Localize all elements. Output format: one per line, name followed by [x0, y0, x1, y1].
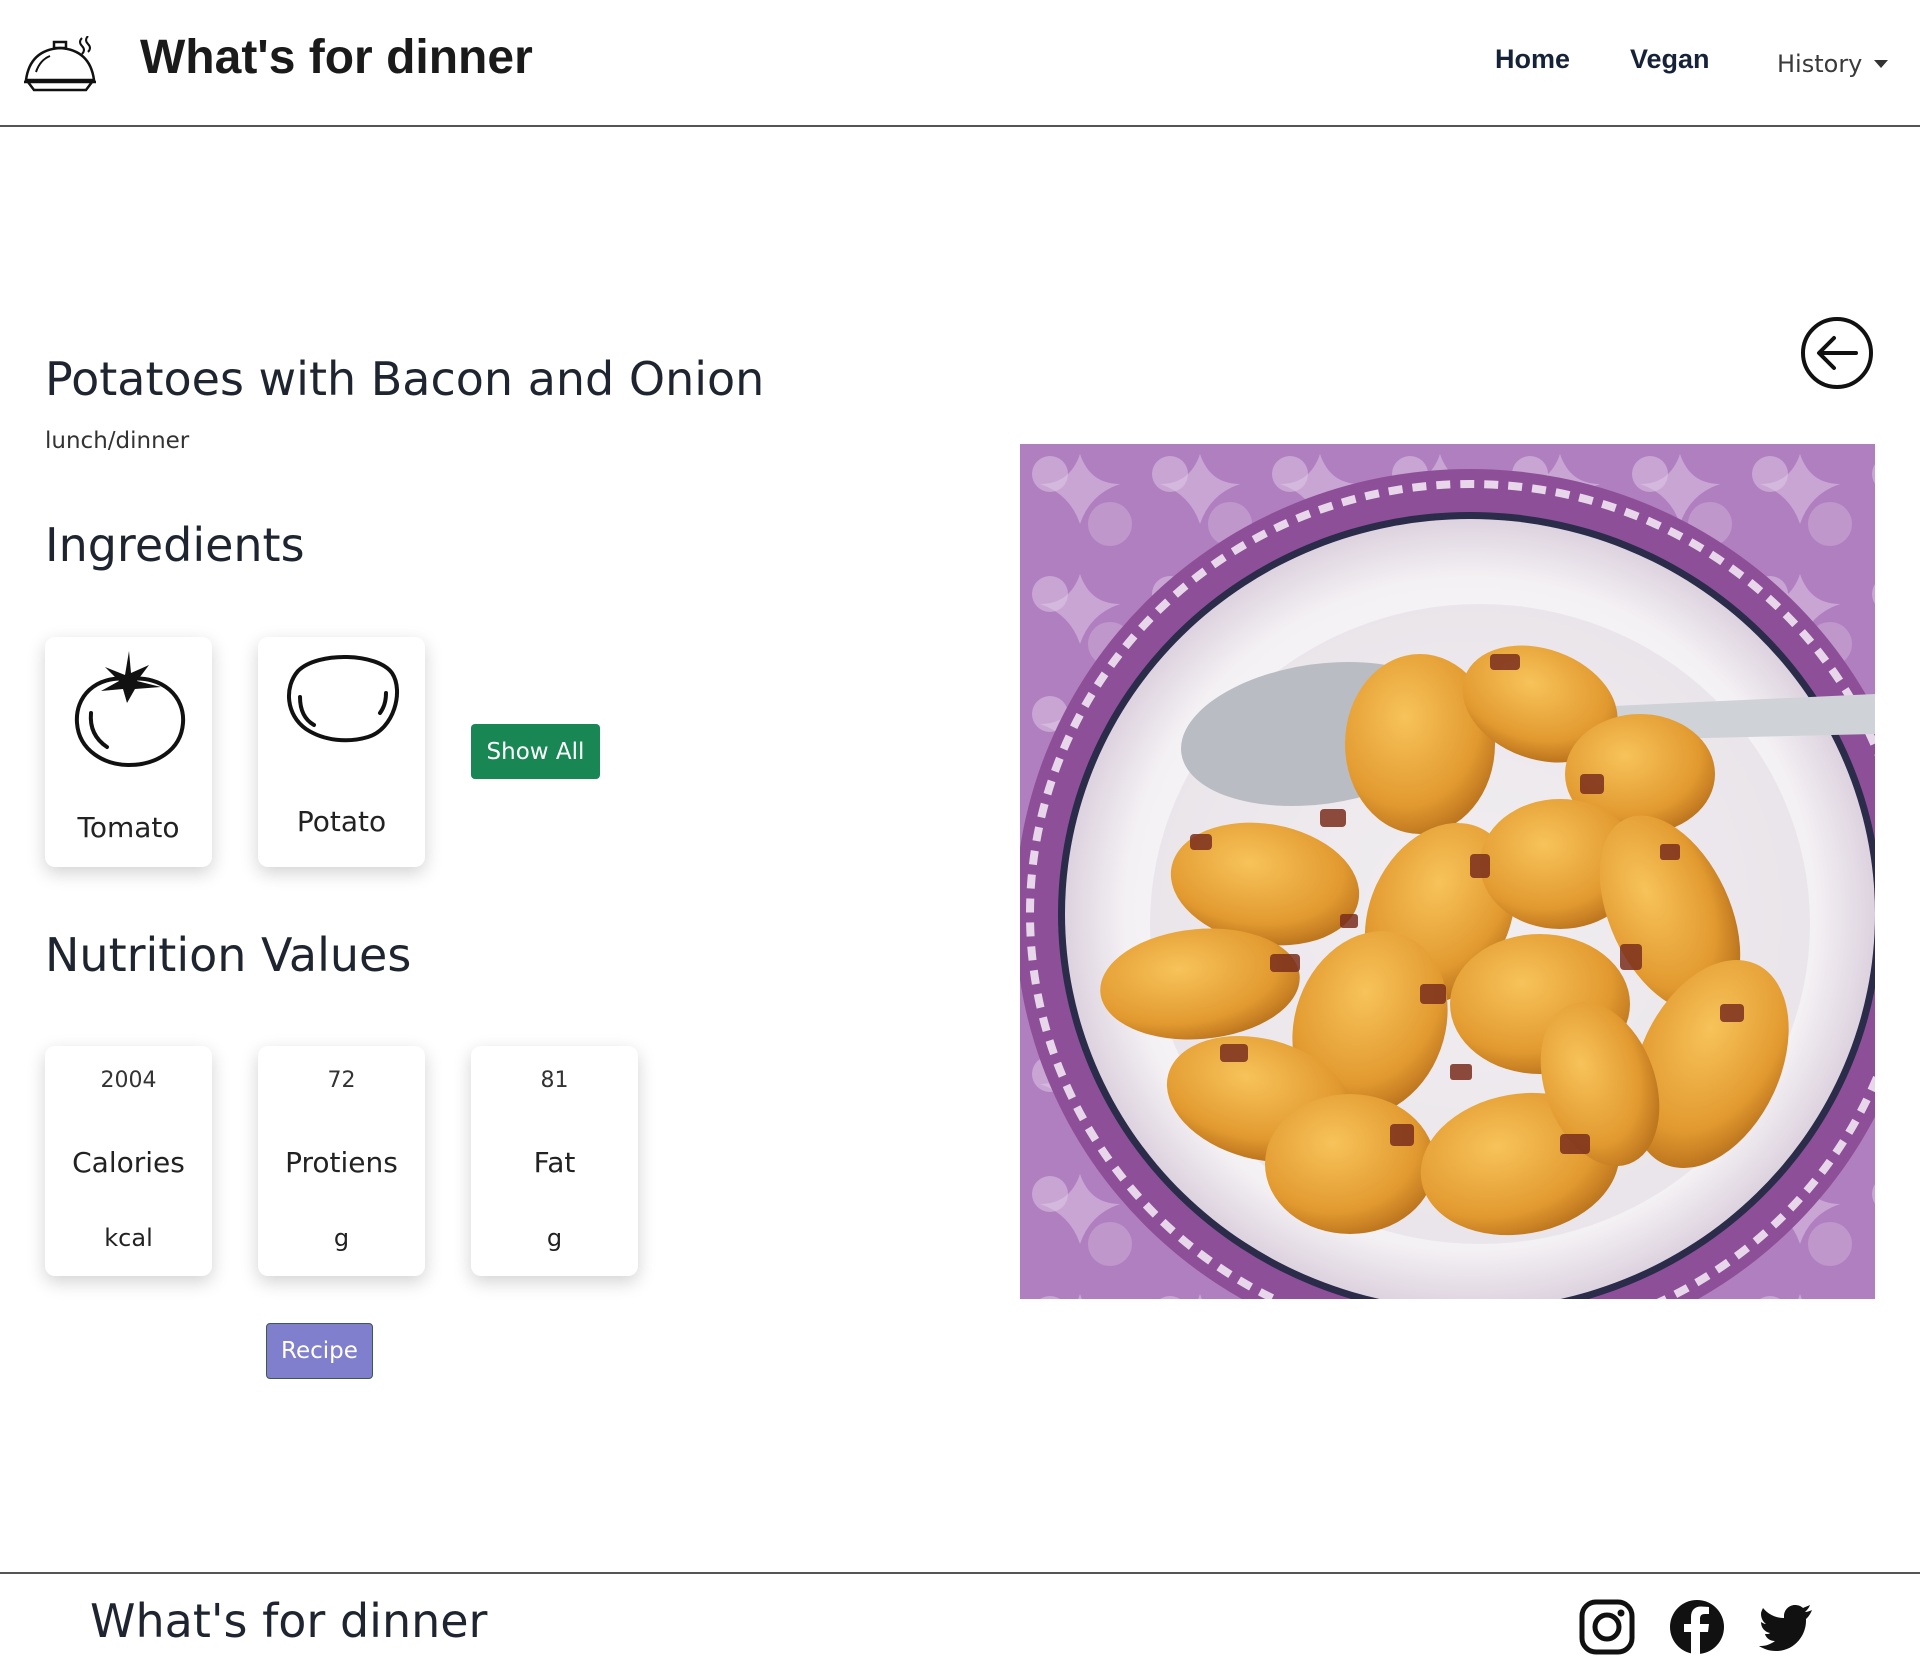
- ingredients-heading: Ingredients: [45, 518, 305, 572]
- nutrition-card-fat: 81 Fat g: [471, 1046, 638, 1276]
- back-arrow-icon[interactable]: [1800, 316, 1874, 390]
- tomato-icon: [74, 651, 186, 768]
- nav-vegan-link[interactable]: Vegan: [1630, 44, 1710, 75]
- recipe-button[interactable]: Recipe: [266, 1323, 373, 1379]
- show-all-button[interactable]: Show All: [471, 724, 600, 779]
- footer: What's for dinner: [0, 1572, 1920, 1675]
- nutrition-label: Calories: [72, 1146, 185, 1179]
- footer-title: What's for dinner: [90, 1594, 488, 1648]
- caret-down-icon: [1874, 60, 1889, 68]
- recipe-title: Potatoes with Bacon and Onion: [45, 352, 765, 406]
- ingredient-label: Potato: [296, 805, 387, 838]
- nutrition-label: Protiens: [285, 1146, 398, 1179]
- dish-image: [1020, 444, 1875, 1299]
- ingredient-card-tomato[interactable]: Tomato: [45, 637, 212, 867]
- nutrition-unit: kcal: [104, 1224, 153, 1252]
- nutrition-heading: Nutrition Values: [45, 928, 412, 982]
- nutrition-unit: g: [546, 1224, 563, 1252]
- nutrition-value: 81: [540, 1068, 569, 1093]
- ingredient-label: Tomato: [77, 811, 180, 844]
- nutrition-value: 2004: [100, 1068, 157, 1093]
- serving-cloche-icon[interactable]: [22, 36, 98, 94]
- facebook-icon[interactable]: [1668, 1598, 1726, 1656]
- nav-home-link[interactable]: Home: [1495, 44, 1570, 75]
- nutrition-value: 72: [327, 1068, 356, 1093]
- nutrition-card-calories: 2004 Calories kcal: [45, 1046, 212, 1276]
- twitter-icon[interactable]: [1758, 1598, 1816, 1656]
- history-dropdown[interactable]: History: [1777, 50, 1889, 78]
- meal-type: lunch/dinner: [45, 428, 190, 454]
- navbar: What's for dinner Home Vegan History: [0, 0, 1920, 127]
- nutrition-label: Fat: [533, 1146, 576, 1179]
- history-dropdown-label: History: [1777, 50, 1863, 78]
- ingredient-card-potato[interactable]: Potato: [258, 637, 425, 867]
- instagram-icon[interactable]: [1578, 1598, 1636, 1656]
- brand-title[interactable]: What's for dinner: [140, 30, 533, 85]
- nutrition-card-proteins: 72 Protiens g: [258, 1046, 425, 1276]
- nutrition-unit: g: [333, 1224, 350, 1252]
- potato-icon: [286, 654, 400, 743]
